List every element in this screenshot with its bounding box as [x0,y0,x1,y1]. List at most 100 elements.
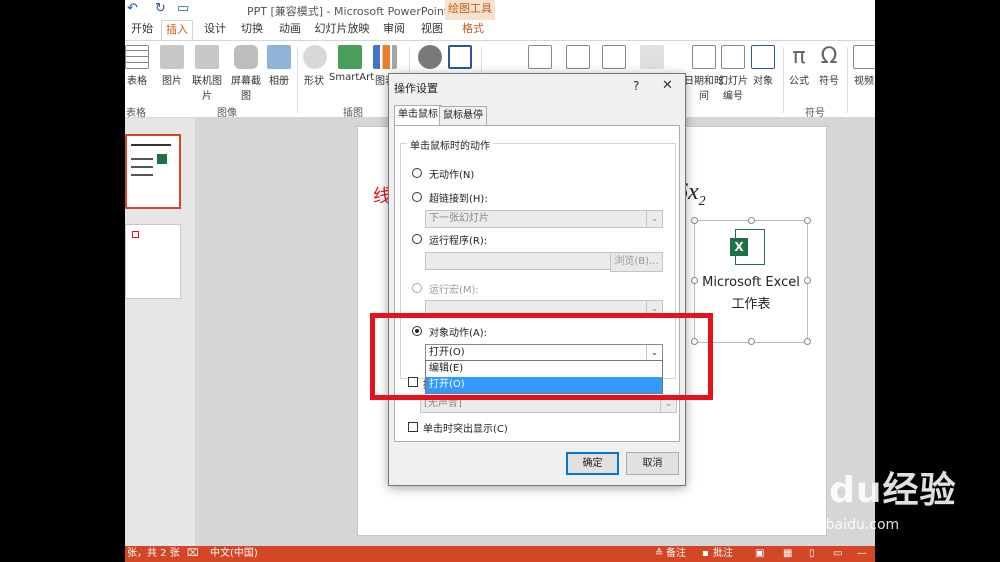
header-footer-button[interactable] [601,45,627,72]
tab-design[interactable]: 设计 [200,20,230,40]
radio-no-action[interactable] [412,168,422,178]
slide-number-button[interactable]: 幻灯片编号 [718,45,748,102]
omega-icon: Ω [820,44,838,69]
title-bar: ↶ ↻ ▭ PPT [兼容模式] - Microsoft PowerPoint … [125,0,875,20]
help-button[interactable]: ? [633,79,639,93]
excel-label: 工作表 [731,297,771,312]
shapes-icon [303,45,327,69]
group-label-symbols: 符号 [805,108,825,119]
tab-home[interactable]: 开始 [128,20,156,40]
watermark: Baidu经验 jingyan.baidu.com [762,455,992,545]
repeat-icon[interactable]: ↻ [155,1,166,16]
thumb-text-line [131,144,171,146]
highlight-click-checkbox[interactable] [408,422,418,432]
slide-thumbnail-panel [125,118,195,546]
resize-handle[interactable] [748,338,755,345]
group-label-illustrations: 插图 [343,108,363,119]
radio-run-macro[interactable] [412,283,422,293]
reading-view-icon[interactable]: ▯ [809,546,815,562]
tab-slideshow[interactable]: 幻灯片放映 [313,20,371,40]
group-label-table: 表格 [126,108,146,119]
wordart-button[interactable] [639,45,665,72]
language-status[interactable]: 中文(中国) [210,546,258,562]
tab-mouse-click[interactable]: 单击鼠标 [394,105,442,126]
close-button[interactable]: ✕ [662,78,673,93]
wordart-icon [640,45,664,69]
window-title: PPT [兼容模式] - Microsoft PowerPoint [247,5,449,18]
resize-handle[interactable] [804,338,811,345]
header-footer-icon [602,45,626,69]
resize-handle[interactable] [691,217,698,224]
thumb-text-line [131,166,153,168]
action-button[interactable] [447,45,473,72]
slide-number-icon [721,45,745,69]
undo-icon[interactable]: ↶ [127,1,138,16]
screenshot-button[interactable]: 屏幕截图 [227,45,265,102]
tab-animations[interactable]: 动画 [275,20,305,40]
video-button[interactable]: 视频 [853,45,875,87]
ribbon-separator [847,47,848,113]
highlight-click-label: 单击时突出显示(C) [423,424,508,435]
slideshow-icon[interactable]: ▭ [177,1,189,16]
comment-button[interactable] [527,45,553,72]
thumb-text-line [131,158,153,160]
radio-hyperlink[interactable] [412,192,422,202]
slide-thumbnail[interactable] [125,224,181,299]
cancel-button[interactable]: 取消 [626,452,679,475]
resize-handle[interactable] [748,217,755,224]
group-label-images: 图像 [217,108,237,119]
hyperlink-select[interactable]: 下一张幻灯片 ⌄ [425,210,663,228]
chart-icon [373,45,397,69]
thumb-shape [132,231,139,238]
slide-thumbnail[interactable] [125,134,181,209]
watermark-brand: Baidu经验 [762,470,957,511]
thumb-excel-icon [157,154,167,164]
slideshow-view-icon[interactable]: ▭ [833,546,842,562]
tab-transitions[interactable]: 切换 [237,20,267,40]
zoom-slider[interactable]: — [857,546,867,562]
radio-run-program[interactable] [412,234,422,244]
table-icon [125,45,149,69]
textbox-icon [566,45,590,69]
smartart-button[interactable]: SmartArt [329,45,374,83]
online-picture-button[interactable]: 联机图片 [188,45,226,102]
photo-album-button[interactable]: 相册 [267,45,291,87]
action-settings-dialog: 操作设置 ? ✕ 单击鼠标 鼠标悬停 单击鼠标时的动作 无动作(N) 超链接到(… [388,73,686,486]
textbox-button[interactable] [565,45,591,72]
symbol-button[interactable]: Ω 符号 [817,44,841,88]
camera-icon [234,45,258,69]
ribbon-tab-bar: 开始 插入 设计 切换 动画 幻灯片放映 审阅 视图 格式 [125,20,875,40]
object-icon [751,45,775,69]
tab-view[interactable]: 视图 [417,20,447,40]
normal-view-icon[interactable]: ▣ [755,546,764,562]
tab-mouse-over[interactable]: 鼠标悬停 [439,106,487,125]
equation-button[interactable]: π 公式 [787,45,811,88]
tab-review[interactable]: 审阅 [379,20,409,40]
excel-label: Microsoft Excel [702,275,800,290]
comments-button[interactable]: 批注 [713,546,733,562]
tab-insert[interactable]: 插入 [161,20,193,40]
action-icon [448,45,472,69]
dialog-title: 操作设置 [394,82,438,95]
status-bar: 张，共 2 张 ⌧ 中文(中国) ≙ 备注 ▪ 批注 ▣ ▦ ▯ ▭ — [125,546,875,562]
program-input[interactable] [425,252,611,270]
hyperlink-label: 超链接到(H): [429,194,488,205]
table-button[interactable]: 表格 [125,45,149,87]
object-button[interactable]: 对象 [751,45,775,87]
ribbon-separator [297,47,298,113]
picture-button[interactable]: 图片 [159,45,185,87]
ok-button[interactable]: 确定 [566,452,619,475]
resize-handle[interactable] [804,277,811,284]
notes-button[interactable]: 备注 [666,546,686,562]
resize-handle[interactable] [804,217,811,224]
browse-button[interactable]: 浏览(B)... [610,252,663,272]
slide-sorter-icon[interactable]: ▦ [783,546,792,562]
hyperlink-button[interactable] [417,45,443,72]
tab-format[interactable]: 格式 [455,20,491,40]
resize-handle[interactable] [691,277,698,284]
picture-icon [160,45,184,69]
shapes-button[interactable]: 形状 [303,45,327,87]
film-icon [853,45,875,69]
watermark-url: jingyan.baidu.com [770,517,900,533]
spellcheck-icon[interactable]: ⌧ [187,546,199,562]
